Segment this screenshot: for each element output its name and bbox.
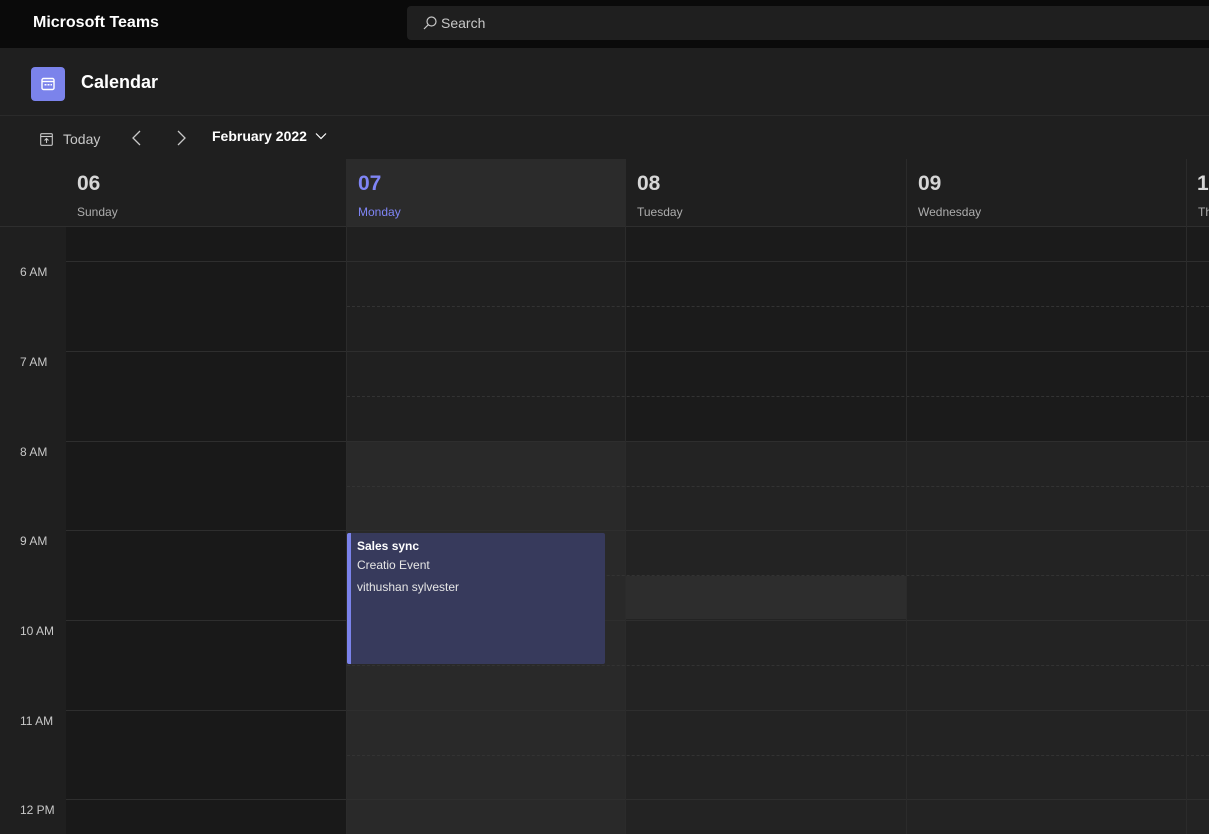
grid-line bbox=[66, 799, 1209, 800]
day-header[interactable]: 09 Wednesday bbox=[907, 159, 1186, 227]
month-label: February 2022 bbox=[212, 128, 307, 144]
day-name: Wednesday bbox=[918, 205, 982, 219]
half-hour-line bbox=[347, 665, 1209, 666]
today-label: Today bbox=[63, 131, 101, 147]
day-name: Monday bbox=[358, 205, 401, 219]
grid-line bbox=[66, 620, 1209, 621]
app-name: Microsoft Teams bbox=[33, 14, 159, 31]
page-title: Calendar bbox=[81, 72, 159, 92]
grid-line bbox=[66, 351, 1209, 352]
today-button[interactable]: Today bbox=[40, 129, 100, 149]
working-hours-block bbox=[626, 441, 906, 834]
working-hours-block bbox=[1187, 441, 1209, 834]
working-hours-block bbox=[907, 441, 1186, 834]
month-picker[interactable]: February 2022 bbox=[212, 128, 327, 144]
day-header[interactable]: 08 Tuesday bbox=[626, 159, 906, 227]
event-organizer: vithushan sylvester bbox=[357, 580, 460, 594]
time-label-7am: 7 AM bbox=[20, 355, 48, 369]
day-name: Tuesday bbox=[637, 205, 683, 219]
day-number: 09 bbox=[918, 172, 942, 195]
day-number: 07 bbox=[358, 172, 382, 195]
event-location: Creatio Event bbox=[357, 558, 430, 572]
calendar-app-icon bbox=[31, 67, 65, 101]
off-hours-block bbox=[347, 227, 625, 441]
day-number: 08 bbox=[637, 172, 661, 195]
calendar-grid: 6 AM 7 AM 8 AM 9 AM 10 AM 11 AM 12 PM 06… bbox=[0, 159, 1209, 834]
day-header[interactable]: 06 Sunday bbox=[66, 159, 346, 227]
time-label-9am: 9 AM bbox=[20, 534, 48, 548]
time-label-10am: 10 AM bbox=[20, 624, 55, 638]
day-header[interactable]: 07 Monday bbox=[347, 159, 625, 227]
time-gutter: 6 AM 7 AM 8 AM 9 AM 10 AM 11 AM 12 PM bbox=[0, 159, 66, 834]
half-hour-line bbox=[347, 486, 1209, 487]
time-label-6am: 6 AM bbox=[20, 265, 48, 279]
half-hour-line bbox=[347, 306, 1209, 307]
title-bar: Microsoft Teams Search bbox=[0, 0, 1209, 48]
day-name: Th bbox=[1198, 205, 1209, 219]
half-hour-line bbox=[347, 396, 1209, 397]
day-number: 1 bbox=[1197, 172, 1209, 195]
time-label-11am: 11 AM bbox=[20, 714, 54, 728]
chevron-left-icon[interactable] bbox=[128, 126, 146, 150]
search-placeholder: Search bbox=[441, 15, 486, 31]
day-name: Sunday bbox=[77, 205, 118, 219]
grid-line bbox=[66, 261, 1209, 262]
grid-line bbox=[66, 710, 1209, 711]
time-label-8am: 8 AM bbox=[20, 445, 48, 459]
calendar-today-icon bbox=[40, 132, 53, 146]
column-divider bbox=[906, 159, 907, 834]
day-number: 06 bbox=[77, 172, 101, 195]
time-label-12pm: 12 PM bbox=[20, 803, 55, 817]
chevron-right-icon[interactable] bbox=[172, 126, 190, 150]
calendar-toolbar: Today February 2022 bbox=[0, 117, 1209, 159]
search-input[interactable]: Search bbox=[407, 6, 1209, 40]
grid-line bbox=[0, 226, 1209, 227]
grid-line bbox=[66, 530, 1209, 531]
day-header[interactable]: 1 Th bbox=[1187, 159, 1209, 227]
column-divider bbox=[346, 159, 347, 834]
page-header: Calendar bbox=[0, 48, 1209, 116]
hover-slot[interactable] bbox=[626, 576, 906, 619]
calendar-icon bbox=[41, 77, 55, 91]
search-icon bbox=[423, 16, 437, 30]
grid-line bbox=[66, 441, 1209, 442]
event-title: Sales sync bbox=[357, 539, 420, 553]
calendar-event[interactable]: Sales sync Creatio Event vithushan sylve… bbox=[347, 533, 605, 664]
column-divider bbox=[625, 159, 626, 834]
half-hour-line bbox=[347, 755, 1209, 756]
column-divider bbox=[1186, 159, 1187, 834]
chevron-down-icon bbox=[315, 133, 327, 140]
